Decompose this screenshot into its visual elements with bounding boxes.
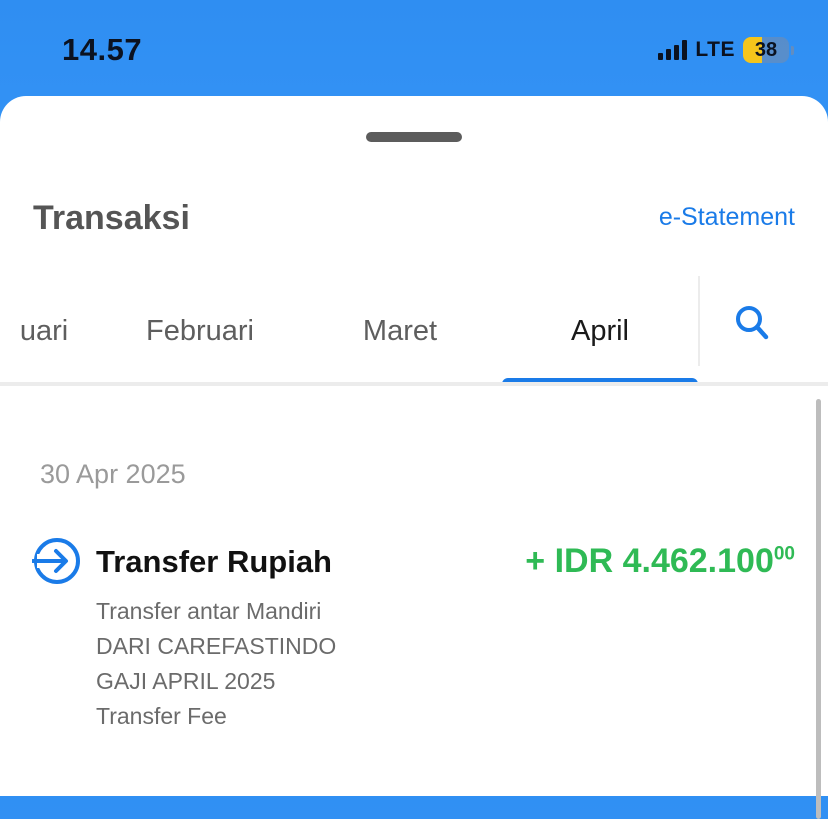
transfer-in-icon — [31, 536, 82, 586]
detail-line: Transfer antar Mandiri — [96, 598, 322, 624]
battery-level: 38 — [754, 39, 778, 61]
status-indicators: LTE 38 — [658, 36, 794, 64]
scrollbar[interactable] — [816, 399, 821, 819]
tab-label: Februari — [146, 314, 254, 347]
transaction-date: 30 Apr 2025 — [40, 459, 186, 489]
signal-icon — [658, 40, 688, 60]
tab-label: uari — [19, 314, 69, 347]
status-bar: 14.57 LTE 38 — [0, 0, 828, 96]
network-type: LTE — [695, 38, 735, 61]
tab-maret[interactable]: Maret — [302, 276, 498, 386]
tab-divider — [698, 276, 700, 366]
tab-label: April — [570, 314, 629, 347]
detail-line: DARI CAREFASTINDO — [96, 633, 337, 659]
e-statement-link[interactable]: e-Statement — [659, 203, 795, 232]
transaction-amount: + IDR 4.462.10000 — [525, 542, 795, 581]
transaction-details: Transfer antar Mandiri DARI CAREFASTINDO… — [96, 596, 336, 736]
tab-februari[interactable]: Februari — [102, 276, 298, 386]
transaction-title[interactable]: Transfer Rupiah — [96, 544, 332, 580]
tab-label: Maret — [362, 314, 438, 347]
tabs-divider — [0, 382, 828, 386]
battery-icon: 38 — [743, 37, 789, 63]
page-title: Transaksi — [33, 199, 190, 237]
month-tabs: uari Februari Maret April — [0, 276, 698, 386]
amount-cents: 00 — [773, 543, 795, 565]
battery-tip — [791, 45, 794, 55]
search-icon[interactable] — [734, 303, 770, 343]
detail-line: GAJI APRIL 2025 — [96, 668, 276, 694]
status-time: 14.57 — [62, 32, 143, 67]
detail-line: Transfer Fee — [96, 703, 227, 729]
sheet-drag-handle[interactable] — [366, 132, 462, 142]
amount-main: + IDR 4.462.100 — [525, 542, 774, 580]
tab-april[interactable]: April — [502, 276, 698, 386]
transactions-sheet: Transaksi e-Statement uari Februari Mare… — [0, 96, 828, 819]
